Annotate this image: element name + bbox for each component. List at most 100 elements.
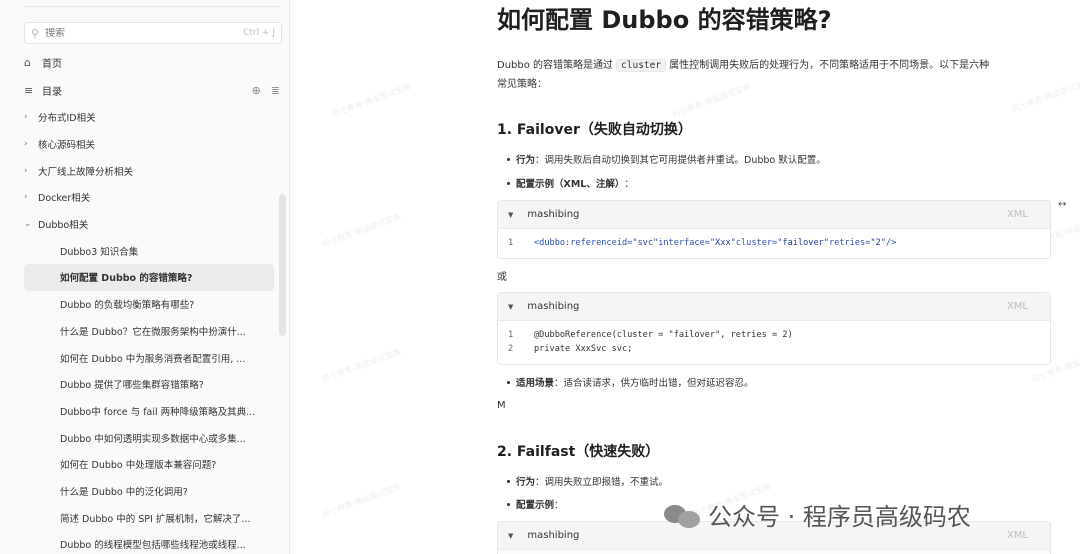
code-language: XML [1006,530,1028,541]
bullet-label: 配置示例（XML、注解） [516,179,625,190]
tree-item-label: 分布式ID相关 [38,113,96,125]
tree-child-item[interactable]: 如何在 Dubbo 中为服务消费者配置引用, ... [24,344,274,371]
bullet-item: 配置示例（XML、注解）： [507,176,634,190]
wechat-icon [662,501,702,529]
tree-item-core-source[interactable]: › 核心源码相关 [24,131,274,158]
code-text: private XxxSvc svc; [534,344,633,354]
expand-width-icon[interactable]: ↔ [1058,199,1066,210]
tree-child-item[interactable]: 如何在 Dubbo 中处理版本兼容问题? [24,451,274,478]
intro-text: Dubbo 的容错策略是通过 [497,60,614,71]
nav-toc-label: 目录 [42,86,62,98]
tree-child-label: Dubbo 的负载均衡策略有哪些? [60,300,195,312]
tree-item-label: 大厂线上故障分析相关 [38,166,134,178]
bullet-text: ： [624,179,634,190]
tree-item-dubbo[interactable]: ⌄ Dubbo相关 [24,211,274,238]
code-language: XML [1006,209,1028,220]
bullet-dot [507,502,510,506]
tree-child-label: Dubbo 中如何透明实现多数据中心或多集... [60,433,246,445]
tree-child-item[interactable]: Dubbo3 知识合集 [24,237,274,264]
code-block-name: mashibing [527,301,580,312]
tree-item-outage-analysis[interactable]: › 大厂线上故障分析相关 [24,157,274,184]
tree-child-label: 如何在 Dubbo 中为服务消费者配置引用, ... [60,353,246,365]
bullet-item: 行为 ：调用失败后自动切换到其它可用提供者并重试。Dubbo 默认配置。 [507,152,826,166]
code-line: 1 <dubbo:reference id= "svc" interface= "Xx… [508,236,1040,250]
stray-text: M [497,400,506,411]
search-box[interactable]: ⚲ Ctrl + J [24,22,282,44]
code-line: 1 @DubboReference(cluster = "failover", r… [508,328,1040,342]
code-block-header[interactable]: ▼ mashibing XML [498,293,1050,321]
bullet-text: ： [554,500,564,511]
intro-text: 属性控制调用失败后的处理行为，不同策略适用于不同场景。以下是六种 [669,60,990,71]
watermark: 码士教育-精益面试宝典 [320,212,402,249]
code-token: interface= [658,238,710,248]
chevron-right-icon: › [24,192,28,203]
code-body: 1 @DubboReference(cluster = "failover", r… [498,321,1050,364]
watermark: 码士教育-精益面试宝典 [320,347,402,384]
tree-child-label: Dubbo3 知识合集 [60,246,139,258]
watermark: 码士教育-精益面试宝典 [320,482,402,519]
code-text: @DubboReference(cluster = "failover", re… [534,330,793,340]
collapse-triangle-icon[interactable]: ▼ [508,532,513,540]
tree-child-label: Dubbo 提供了哪些集群容错策略? [60,380,204,392]
bullet-item: 配置示例： [507,497,564,511]
tree-item-label: 核心源码相关 [38,140,96,152]
tree-child-item[interactable]: Dubbo中 force 与 fail 两种降级策略及其典... [24,398,274,425]
section-heading: 1. Failover（失败自动切换） [497,122,692,138]
collapse-triangle-icon[interactable]: ▼ [508,211,513,219]
tree-item-distributed-id[interactable]: › 分布式ID相关 [24,104,274,131]
code-body: 1 <dubbo:reference id= "svc" interface= "Xx… [498,229,1050,258]
bullet-dot [507,479,510,483]
toc-tree: › 分布式ID相关 › 核心源码相关 › 大厂线上故障分析相关 › Docker相关 ⌄… [24,104,274,554]
locate-icon[interactable]: ⊕ [252,84,261,97]
collapse-list-icon[interactable]: ≣ [271,84,280,97]
tree-item-docker[interactable]: › Docker相关 [24,184,274,211]
chevron-right-icon: › [24,165,28,176]
brand-text: 公众号 · 程序员高级码农 [708,503,971,531]
code-token: <dubbo:reference [534,238,617,248]
or-text: 或 [497,272,507,283]
inline-code: cluster [616,59,667,72]
code-token: "svc" [632,238,659,248]
code-block: ▼ mashibing XML 1 @DubboReference(cluster… [497,292,1051,365]
code-language: XML [1006,301,1028,312]
intro-paragraph: Dubbo 的容错策略是通过 cluster 属性控制调用失败后的处理行为，不同策略… [497,56,1049,94]
tree-child-item[interactable]: 什么是 Dubbo 中的泛化调用? [24,478,274,505]
chevron-right-icon: › [24,139,28,150]
code-token: "failover" [777,238,829,248]
section-heading: 2. Failfast（快速失败） [497,444,660,460]
sidebar-scrollbar[interactable] [279,194,286,336]
tree-child-item[interactable]: Dubbo 的负载均衡策略有哪些? [24,291,274,318]
tree-child-label: Dubbo 的线程模型包括哪些线程池或线程... [60,540,246,552]
tree-child-item[interactable]: 什么是 Dubbo？它在微服务架构中扮演什... [24,318,274,345]
code-block-name: mashibing [527,209,580,220]
code-block-header[interactable]: ▼ mashibing XML [498,201,1050,229]
code-token: /> [885,238,897,248]
code-line: 2 private XxxSvc svc; [508,342,1040,356]
bullet-label: 行为 [516,155,536,166]
search-input[interactable] [45,27,244,39]
collapse-triangle-icon[interactable]: ▼ [508,303,513,311]
tree-child-item[interactable]: Dubbo 中如何透明实现多数据中心或多集... [24,424,274,451]
tree-child-item[interactable]: Dubbo 的线程模型包括哪些线程池或线程... [24,531,274,554]
bullet-dot [507,380,510,384]
nav-home[interactable]: ⌂ 首页 [24,52,280,72]
nav-toc[interactable]: ≡ 目录 ⊕ ≣ [24,80,280,100]
code-token: cluster= [735,238,778,248]
article-title: 如何配置 Dubbo 的容错策略? [497,6,832,34]
bullet-text: ：调用失败立即报错，不重试。 [535,477,669,488]
tree-child-item[interactable]: Dubbo 提供了哪些集群容错策略? [24,371,274,398]
tree-child-item[interactable]: 简述 Dubbo 中的 SPI 扩展机制，它解决了... [24,504,274,531]
bullet-label: 行为 [516,477,536,488]
tree-item-label: Dubbo相关 [38,220,89,232]
line-number: 1 [508,238,514,248]
tree-item-label: Docker相关 [38,193,91,205]
bullet-item: 行为 ：调用失败立即报错，不重试。 [507,474,668,488]
intro-text: 常见策略： [497,79,547,90]
watermark: 码士教育-精益面试宝典 [330,82,412,119]
code-token: retries= [828,238,871,248]
tree-child-item-active[interactable]: 如何配置 Dubbo 的容错策略? [24,264,274,291]
bullet-text: ：适合读请求，供方临时出错，但对延迟容忍。 [554,378,754,389]
code-token: "2" [870,238,886,248]
sidebar: ⚲ Ctrl + J ⌂ 首页 ≡ 目录 ⊕ ≣ › 分布式ID相关 › 核心源码相… [0,0,290,554]
tree-child-label: 如何在 Dubbo 中处理版本兼容问题? [60,460,217,472]
